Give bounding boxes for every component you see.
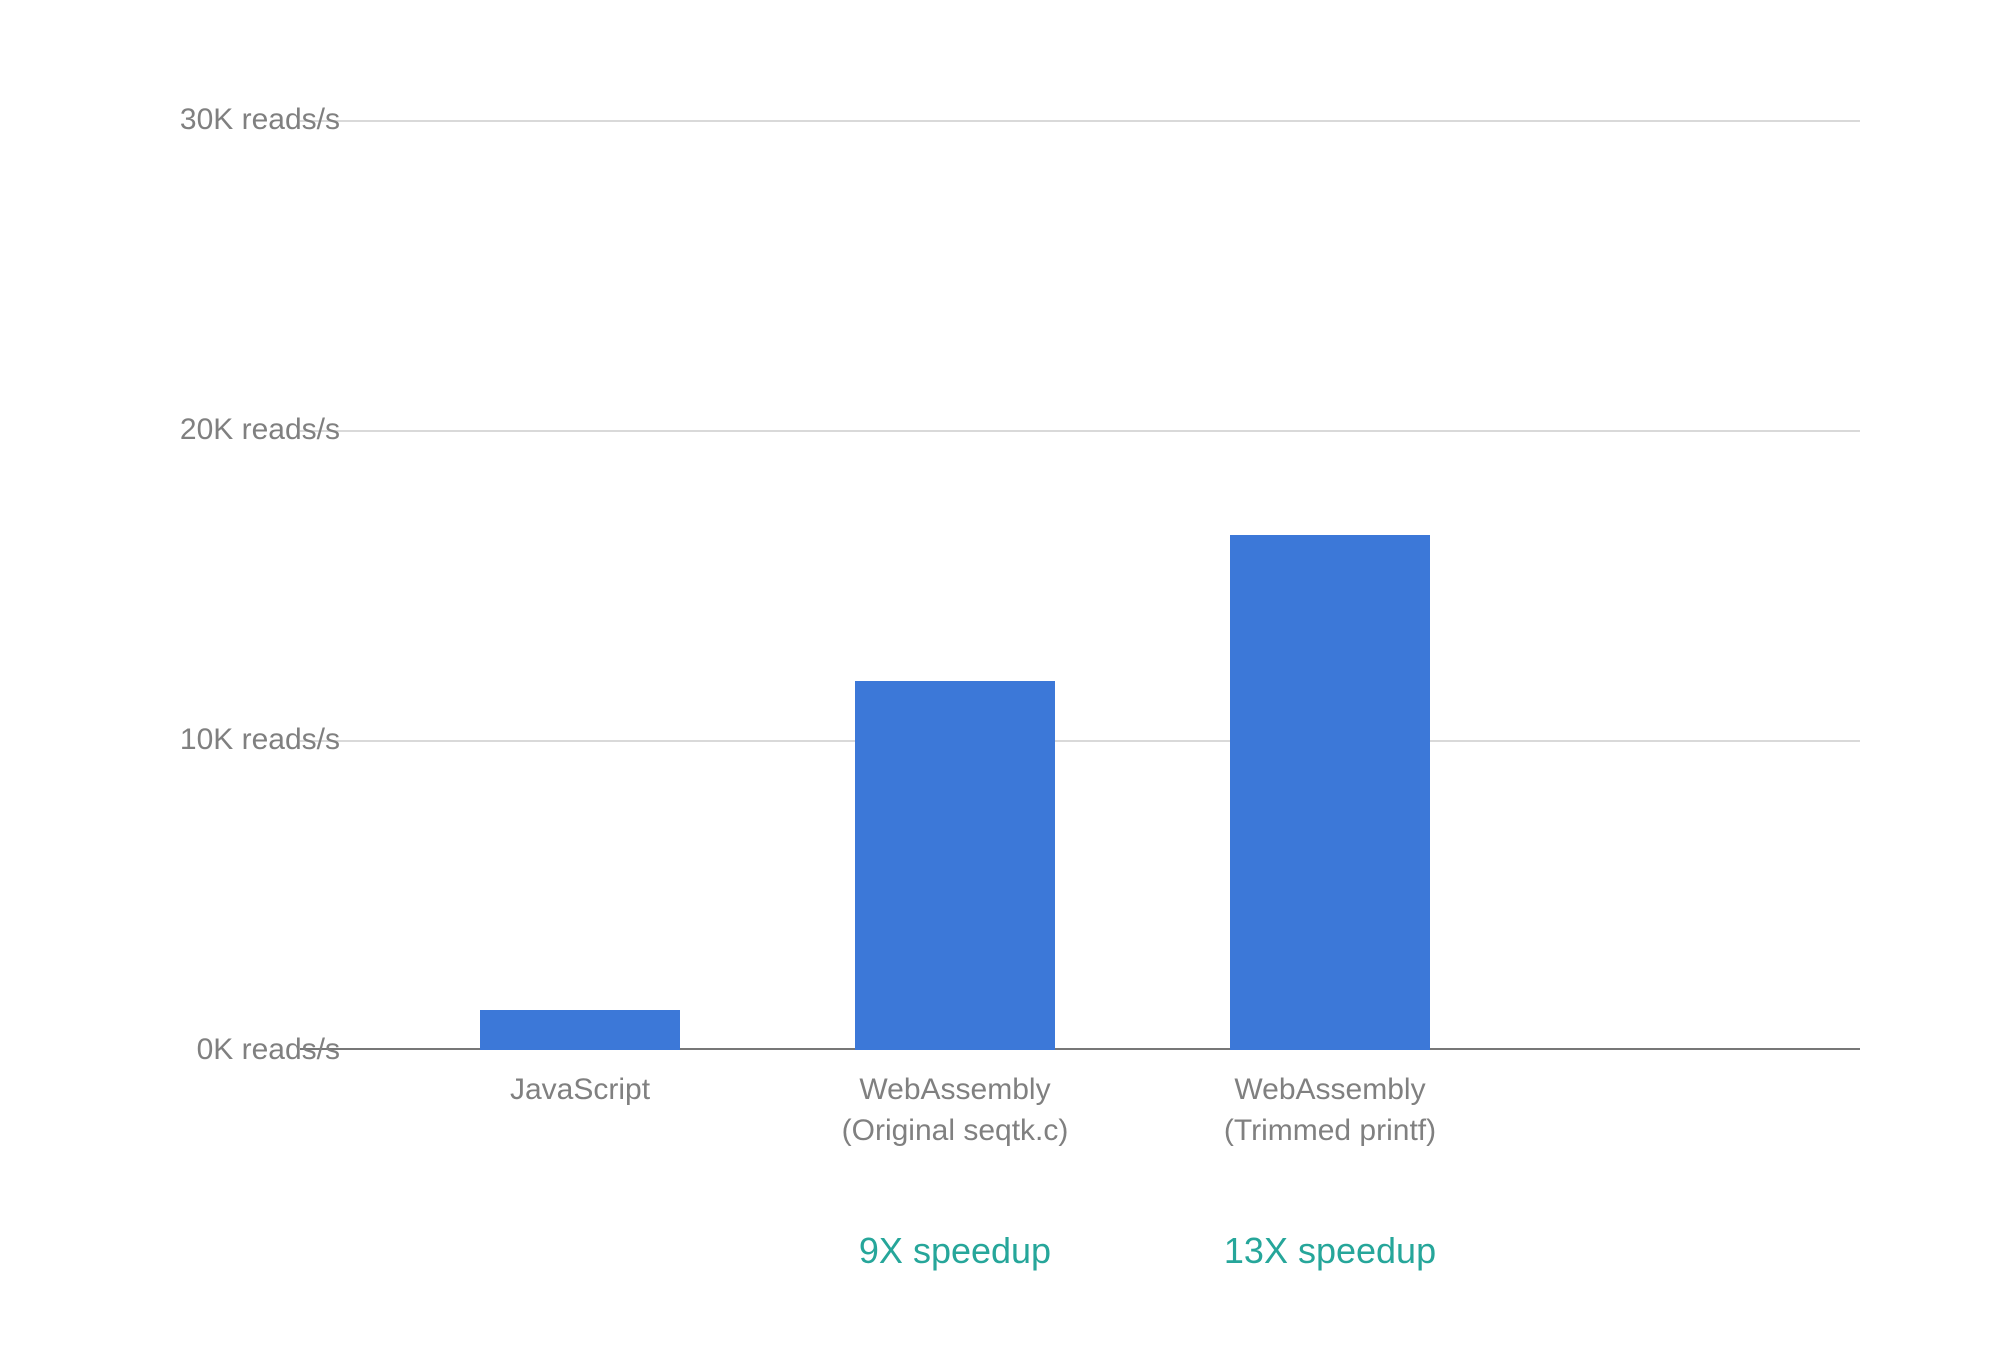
annotation-9x-speedup: 9X speedup bbox=[859, 1230, 1051, 1272]
bars-group bbox=[300, 120, 1860, 1050]
y-tick-0: 0K reads/s bbox=[140, 1033, 340, 1067]
bar-chart: 30K reads/s 20K reads/s 10K reads/s 0K r… bbox=[80, 80, 1920, 1340]
annotation-13x-speedup: 13X speedup bbox=[1224, 1230, 1436, 1272]
y-tick-10: 10K reads/s bbox=[140, 723, 340, 757]
x-tick-webassembly-original: WebAssembly(Original seqtk.c) bbox=[842, 1070, 1069, 1151]
plot-area bbox=[300, 120, 1860, 1050]
bar-webassembly-trimmed bbox=[1230, 535, 1430, 1050]
x-tick-webassembly-trimmed: WebAssembly(Trimmed printf) bbox=[1224, 1070, 1436, 1151]
bar-webassembly-original bbox=[855, 681, 1055, 1050]
bar-javascript bbox=[480, 1010, 680, 1050]
x-tick-javascript: JavaScript bbox=[510, 1070, 650, 1111]
y-tick-30: 30K reads/s bbox=[140, 103, 340, 137]
y-tick-20: 20K reads/s bbox=[140, 413, 340, 447]
